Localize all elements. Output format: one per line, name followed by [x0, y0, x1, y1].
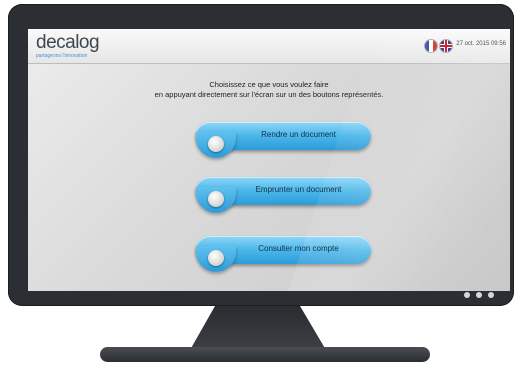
kiosk-screen: decalog partageons l'innovation 27 oct. …	[28, 29, 510, 291]
button-knob-icon	[208, 191, 224, 207]
logo-text: decalog	[36, 32, 100, 53]
instructions-line-1: Choisissez ce que vous voulez faire	[209, 80, 329, 89]
monitor-frame: decalog partageons l'innovation 27 oct. …	[8, 4, 514, 306]
french-flag-icon[interactable]	[425, 40, 437, 52]
decalog-logo: decalog partageons l'innovation	[36, 32, 100, 59]
view-account-label: Consulter mon compte	[258, 244, 339, 253]
indicator-dot	[488, 292, 494, 298]
button-knob-icon	[208, 136, 224, 152]
return-document-label: Rendre un document	[261, 130, 336, 139]
indicator-dot	[476, 292, 482, 298]
borrow-document-button[interactable]: Emprunter un document	[196, 177, 371, 213]
instructions: Choisissez ce que vous voulez faire en a…	[28, 80, 510, 100]
borrow-document-label: Emprunter un document	[255, 185, 342, 194]
stand-neck	[190, 306, 326, 350]
monitor-base	[100, 347, 430, 362]
monitor-indicator-dots	[464, 292, 494, 298]
top-bar: decalog partageons l'innovation 27 oct. …	[28, 29, 510, 64]
view-account-button[interactable]: Consulter mon compte	[196, 236, 371, 272]
instructions-line-2: en appuyant directement sur l'écran sur …	[154, 90, 384, 99]
datetime: 27 oct. 2015 09:56	[456, 41, 506, 47]
indicator-dot	[464, 292, 470, 298]
logo-tagline: partageons l'innovation	[36, 53, 88, 59]
uk-flag-cross-v	[445, 40, 447, 52]
uk-flag-icon[interactable]	[440, 40, 452, 52]
button-knob-icon	[208, 250, 224, 266]
return-document-button[interactable]: Rendre un document	[196, 122, 371, 158]
language-selector	[425, 40, 452, 52]
